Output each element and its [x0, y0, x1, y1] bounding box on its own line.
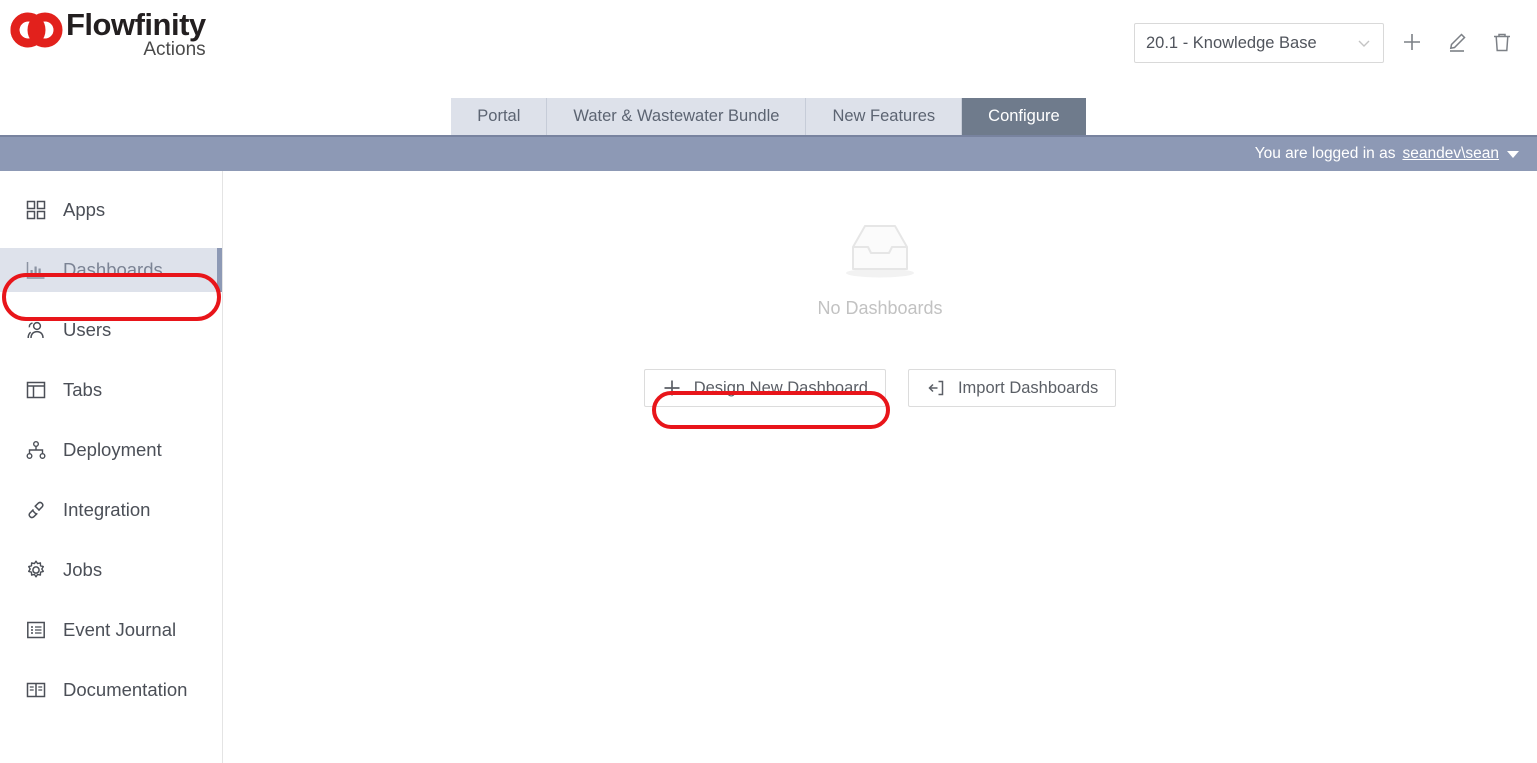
- sidebar-item-label: Deployment: [63, 439, 162, 460]
- tab-portal[interactable]: Portal: [451, 98, 548, 135]
- import-icon: [926, 378, 946, 398]
- brand-subtitle: Actions: [143, 39, 206, 60]
- import-dashboards-label: Import Dashboards: [957, 378, 1099, 397]
- main-content: No Dashboards Design New Dashboard Impor…: [223, 171, 1537, 763]
- pencil-icon: [1445, 30, 1469, 57]
- tab-new-features[interactable]: New Features: [806, 98, 963, 135]
- sidebar-item-jobs[interactable]: Jobs: [0, 548, 222, 592]
- sidebar-item-users[interactable]: Users: [0, 308, 222, 352]
- empty-tray-icon: [837, 219, 923, 281]
- sidebar-item-label: Integration: [63, 499, 151, 520]
- sidebar-item-label: Documentation: [63, 679, 188, 700]
- design-new-dashboard-button[interactable]: Design New Dashboard: [643, 369, 886, 407]
- sidebar-nav: Apps Dashboards Users Tabs Deployment In…: [0, 171, 223, 763]
- edit-app-button[interactable]: [1440, 26, 1474, 60]
- sidebar-item-dashboards[interactable]: Dashboards: [0, 248, 222, 292]
- sidebar-item-label: Users: [63, 319, 112, 340]
- sidebar-item-apps[interactable]: Apps: [0, 188, 222, 232]
- add-app-button[interactable]: [1395, 26, 1429, 60]
- flowfinity-rings-logo: [8, 4, 64, 56]
- empty-state-text: No Dashboards: [817, 298, 943, 318]
- dashboard-actions: Design New Dashboard Import Dashboards: [643, 369, 1117, 407]
- app-selector-value: 20.1 - Knowledge Base: [1146, 33, 1317, 52]
- chevron-down-icon: [1356, 35, 1372, 51]
- brand: Flowfinity Actions: [8, 4, 206, 61]
- logged-in-label: You are logged in as: [1254, 145, 1396, 162]
- caret-down-icon[interactable]: [1507, 150, 1519, 158]
- tab-configure[interactable]: Configure: [962, 98, 1086, 135]
- sidebar-item-label: Event Journal: [63, 619, 177, 640]
- gear-icon: [25, 559, 47, 581]
- brand-name: Flowfinity: [66, 7, 206, 42]
- sidebar-item-integration[interactable]: Integration: [0, 488, 222, 532]
- list-journal-icon: [25, 619, 47, 641]
- header-controls: 20.1 - Knowledge Base: [1134, 23, 1519, 63]
- sidebar-item-documentation[interactable]: Documentation: [0, 668, 222, 712]
- tab-water-wastewater-bundle[interactable]: Water & Wastewater Bundle: [547, 98, 807, 135]
- plus-icon: [662, 378, 682, 398]
- import-dashboards-button[interactable]: Import Dashboards: [907, 369, 1117, 407]
- app-header: Flowfinity Actions 20.1 - Knowledge Base: [0, 0, 1537, 98]
- sidebar-item-label: Jobs: [63, 559, 103, 580]
- bar-chart-icon: [25, 259, 47, 281]
- plus-icon: [1400, 30, 1424, 57]
- design-new-dashboard-label: Design New Dashboard: [693, 378, 868, 397]
- tabs-panel-icon: [25, 379, 47, 401]
- page-body: Apps Dashboards Users Tabs Deployment In…: [0, 171, 1537, 763]
- tab-list: Portal Water & Wastewater Bundle New Fea…: [451, 98, 1086, 135]
- sidebar-item-event-journal[interactable]: Event Journal: [0, 608, 222, 652]
- apps-grid-icon: [25, 199, 47, 221]
- user-session-bar: You are logged in as seandev\sean: [0, 135, 1537, 171]
- open-book-icon: [25, 679, 47, 701]
- trash-icon: [1490, 30, 1514, 57]
- sidebar-item-label: Tabs: [63, 379, 103, 400]
- sidebar-item-tabs[interactable]: Tabs: [0, 368, 222, 412]
- deployment-nodes-icon: [25, 439, 47, 461]
- users-icon: [25, 319, 47, 341]
- sidebar-item-label: Apps: [63, 199, 106, 220]
- empty-state: No Dashboards Design New Dashboard Impor…: [223, 219, 1537, 407]
- sidebar-item-label: Dashboards: [63, 259, 163, 280]
- delete-app-button[interactable]: [1485, 26, 1519, 60]
- main-tab-bar: Portal Water & Wastewater Bundle New Fea…: [0, 98, 1537, 233]
- plug-connector-icon: [25, 499, 47, 521]
- username-link[interactable]: seandev\sean: [1402, 145, 1499, 163]
- app-selector-dropdown[interactable]: 20.1 - Knowledge Base: [1134, 23, 1384, 63]
- sidebar-item-deployment[interactable]: Deployment: [0, 428, 222, 472]
